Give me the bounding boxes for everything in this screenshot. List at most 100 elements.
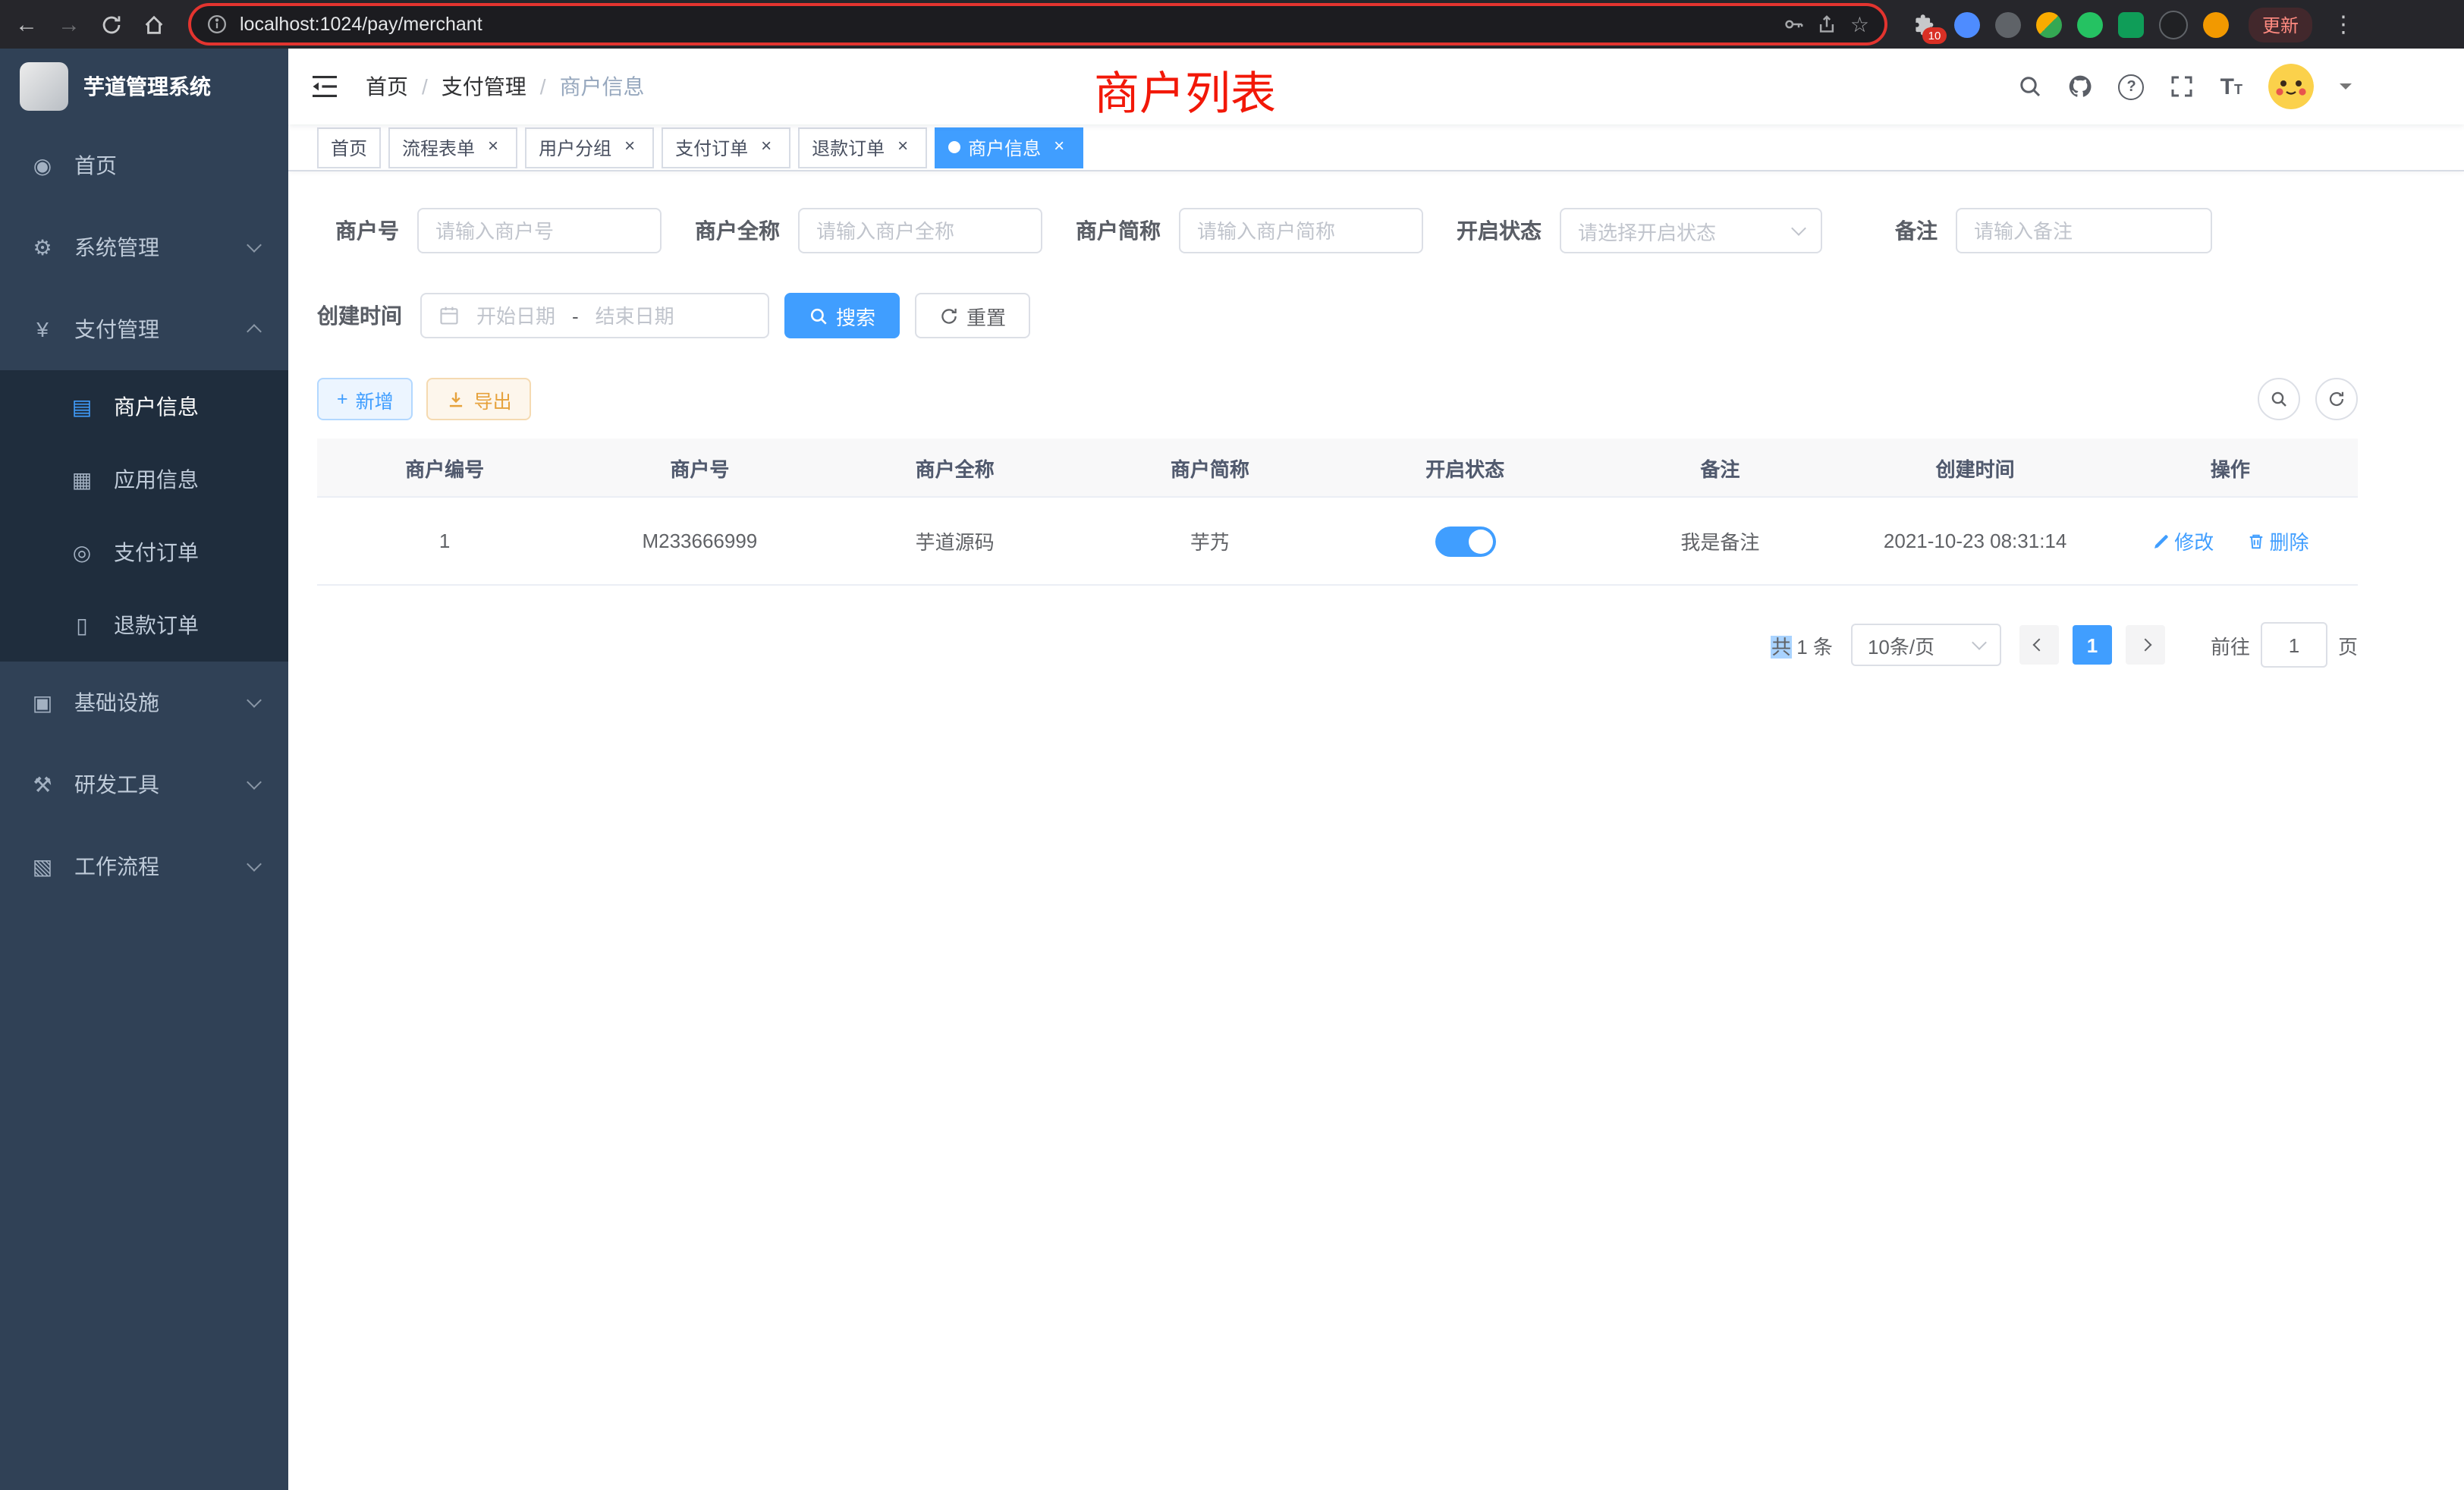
main-area: 首页 / 支付管理 / 商户信息 ? T [288, 49, 2464, 1490]
prev-page-button[interactable] [2019, 625, 2059, 665]
user-avatar[interactable] [2268, 64, 2314, 109]
toggle-search-button[interactable] [2258, 378, 2300, 420]
reset-button[interactable]: 重置 [915, 293, 1030, 338]
page-1-button[interactable]: 1 [2073, 625, 2112, 665]
sidebar-item-pay-order[interactable]: ◎ 支付订单 [0, 516, 288, 589]
tabs-bar: 首页 流程表单 × 用户分组 × 支付订单 × 退款订单 × [288, 124, 2464, 171]
edit-link[interactable]: 修改 [2151, 527, 2214, 555]
merchant-shortname-input[interactable] [1179, 208, 1423, 253]
tab-pay-order[interactable]: 支付订单 × [662, 127, 790, 168]
help-icon[interactable]: ? [2119, 74, 2145, 99]
extension-drop-icon[interactable] [1954, 11, 1980, 37]
app-logo[interactable]: 芋道管理系统 [0, 49, 288, 124]
refresh-icon [2327, 390, 2346, 408]
tab-home[interactable]: 首页 [317, 127, 381, 168]
url-text: localhost:1024/pay/merchant [240, 14, 1771, 35]
search-button[interactable]: 搜索 [784, 293, 900, 338]
password-key-icon[interactable] [1784, 14, 1805, 35]
screen: ← → localhost:1024/pay/merchant ☆ 10 [0, 0, 2464, 1490]
col-merchant-id: 商户编号 [317, 439, 572, 497]
extension-avatar-icon[interactable] [2036, 11, 2062, 37]
extension-profile-icon[interactable] [2203, 11, 2229, 37]
hamburger-icon[interactable] [311, 74, 338, 99]
chevron-down-icon [247, 237, 262, 253]
next-page-button[interactable] [2126, 625, 2165, 665]
sidebar-item-refund-order[interactable]: ▯ 退款订单 [0, 589, 288, 662]
delete-link[interactable]: 删除 [2247, 527, 2309, 555]
goto-page-input[interactable] [2261, 622, 2327, 668]
bookmark-star-icon[interactable]: ☆ [1850, 11, 1869, 37]
cell-merchant-no: M233666999 [572, 497, 827, 585]
col-short-name: 商户简称 [1083, 439, 1337, 497]
browser-update-button[interactable]: 更新 [2249, 7, 2312, 42]
sidebar-item-payment[interactable]: ¥ 支付管理 [0, 288, 288, 370]
font-size-icon[interactable]: TT [2220, 74, 2242, 99]
forward-icon[interactable]: → [58, 13, 80, 36]
status-select[interactable]: 请选择开启状态 [1560, 208, 1822, 253]
create-time-range-input[interactable]: - [420, 293, 769, 338]
extensions-puzzle-icon[interactable]: 10 [1913, 11, 1939, 37]
table-row: 1 M233666999 芋道源码 芋艿 我是备注 2021-10-23 08:… [317, 497, 2358, 585]
active-tab-dot [948, 141, 960, 153]
address-bar[interactable]: localhost:1024/pay/merchant ☆ [188, 3, 1887, 46]
page-size-select[interactable]: 10条/页 [1851, 624, 2001, 666]
tab-refund-order[interactable]: 退款订单 × [798, 127, 927, 168]
export-button[interactable]: 导出 [427, 378, 532, 420]
sidebar-item-system[interactable]: ⚙ 系统管理 [0, 206, 288, 288]
reload-icon[interactable] [100, 13, 123, 36]
search-icon[interactable] [2019, 74, 2043, 99]
cell-short-name: 芋艿 [1083, 497, 1337, 585]
tab-process-form[interactable]: 流程表单 × [388, 127, 517, 168]
extension-pin-icon[interactable] [2159, 10, 2188, 39]
extension-green-icon[interactable] [2077, 11, 2103, 37]
sidebar-item-home[interactable]: ◉ 首页 [0, 124, 288, 206]
breadcrumb-payment[interactable]: 支付管理 [442, 71, 526, 102]
back-icon[interactable]: ← [15, 13, 38, 36]
navbar-actions: ? TT [2019, 64, 2352, 109]
extension-dark-icon[interactable] [1995, 11, 2021, 37]
extension-notes-icon[interactable] [2118, 11, 2144, 37]
sidebar-item-merchant-info[interactable]: ▤ 商户信息 [0, 370, 288, 443]
calendar-icon [438, 305, 460, 326]
site-info-icon[interactable] [206, 14, 228, 35]
close-icon[interactable]: × [1048, 137, 1070, 158]
sidebar-item-workflow[interactable]: ▧ 工作流程 [0, 825, 288, 907]
pencil-icon [2151, 532, 2170, 550]
add-button[interactable]: + 新增 [317, 378, 413, 420]
status-toggle[interactable] [1435, 526, 1495, 556]
gear-icon: ⚙ [29, 234, 56, 260]
tab-merchant-info[interactable]: 商户信息 × [935, 127, 1083, 168]
monitor-icon: ▣ [29, 690, 56, 715]
sidebar-item-app-info[interactable]: ▦ 应用信息 [0, 443, 288, 516]
avatar-caret-icon[interactable] [2340, 83, 2352, 96]
grid-icon: ▦ [68, 467, 96, 492]
fullscreen-icon[interactable] [2170, 74, 2195, 99]
extension-badge: 10 [1922, 27, 1947, 43]
trash-icon [2247, 532, 2265, 550]
tab-user-group[interactable]: 用户分组 × [525, 127, 654, 168]
merchant-no-input[interactable] [417, 208, 662, 253]
cell-actions: 修改 删除 [2103, 497, 2358, 585]
share-icon[interactable] [1817, 14, 1838, 35]
sidebar-item-infrastructure[interactable]: ▣ 基础设施 [0, 662, 288, 743]
browser-menu-icon[interactable]: ⋮ [2332, 11, 2355, 38]
refresh-table-button[interactable] [2315, 378, 2358, 420]
close-icon[interactable]: × [756, 137, 777, 158]
cell-full-name: 芋道源码 [828, 497, 1083, 585]
home-icon[interactable] [143, 13, 165, 36]
sidebar-item-devtools[interactable]: ⚒ 研发工具 [0, 743, 288, 825]
page-content: 商户号 商户全称 商户简称 [288, 171, 2358, 668]
github-icon[interactable] [2069, 74, 2093, 99]
close-icon[interactable]: × [619, 137, 640, 158]
close-icon[interactable]: × [482, 137, 504, 158]
close-icon[interactable]: × [892, 137, 913, 158]
date-separator: - [572, 304, 579, 327]
breadcrumb-home[interactable]: 首页 [366, 71, 408, 102]
browser-chrome: ← → localhost:1024/pay/merchant ☆ 10 [0, 0, 2464, 49]
credit-card-icon: ▤ [68, 394, 96, 420]
page-annotation-title: 商户列表 [1094, 56, 1276, 123]
col-merchant-no: 商户号 [572, 439, 827, 497]
merchant-no-label: 商户号 [317, 215, 399, 246]
remark-input[interactable] [1956, 208, 2212, 253]
merchant-fullname-input[interactable] [798, 208, 1042, 253]
